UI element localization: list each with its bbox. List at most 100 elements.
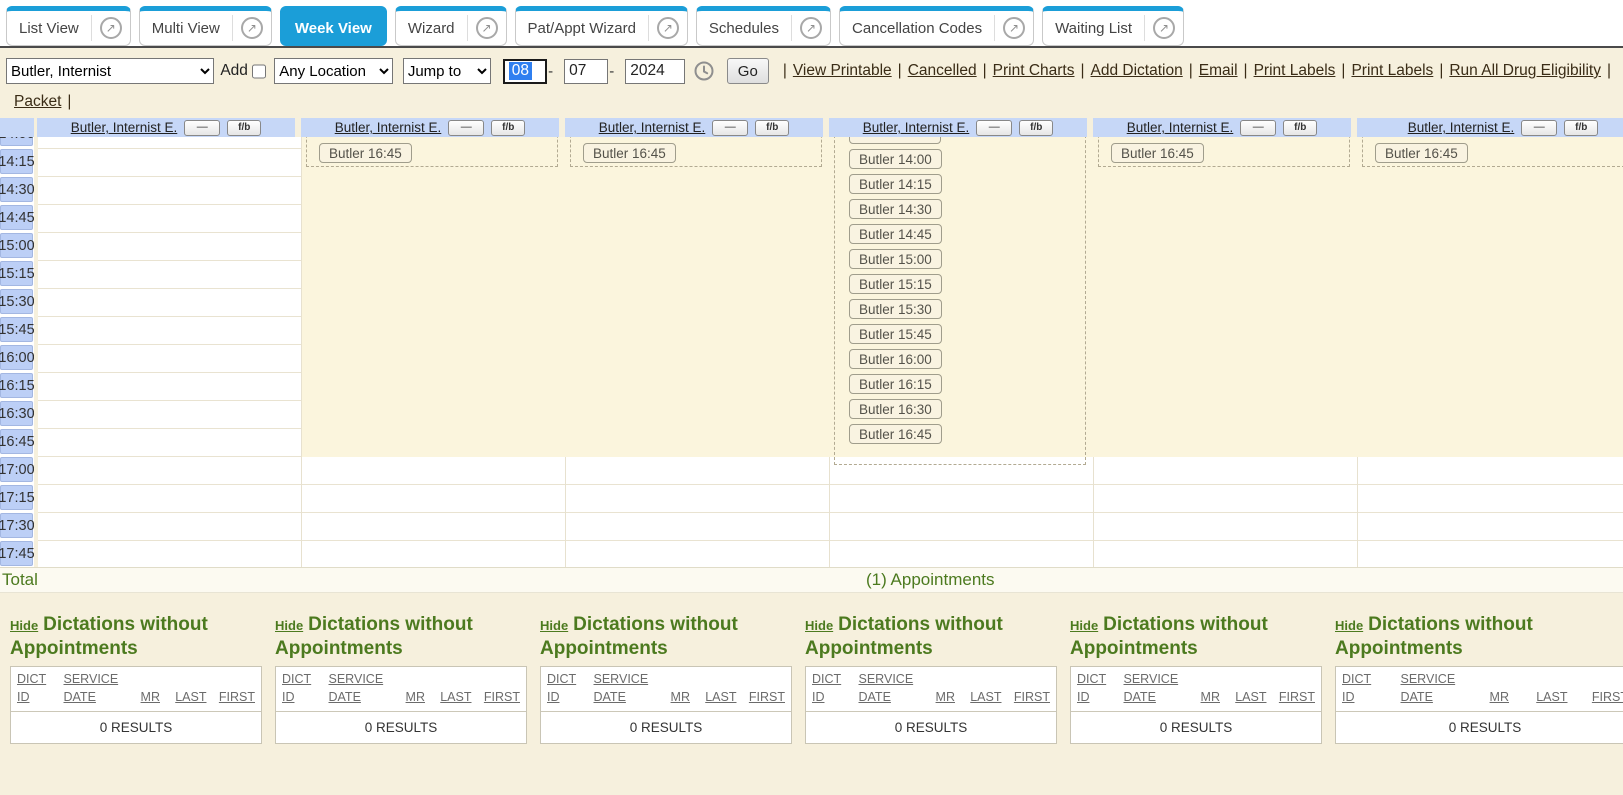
- go-button[interactable]: Go: [727, 58, 769, 84]
- date-day-input[interactable]: 07: [564, 59, 608, 84]
- tab-multi-view[interactable]: Multi View↗: [139, 6, 272, 46]
- sort-column-first[interactable]: FIRST: [1269, 688, 1315, 707]
- provider-column-link[interactable]: Butler, Internist E.: [1408, 120, 1515, 135]
- fb-button[interactable]: f/b: [1564, 120, 1598, 136]
- toolbar-link-email[interactable]: Email: [1199, 62, 1238, 79]
- toolbar-link-packet[interactable]: Packet: [14, 93, 61, 110]
- schedule-column[interactable]: Butler 16:45: [1358, 137, 1623, 567]
- add-checkbox[interactable]: [252, 64, 266, 79]
- provider-column-link[interactable]: Butler, Internist E.: [599, 120, 706, 135]
- appointment-chip[interactable]: Butler 15:15: [849, 274, 942, 294]
- sort-column-dict-id[interactable]: DICT ID: [1342, 670, 1386, 708]
- appointment-chip[interactable]: Butler 16:45: [849, 424, 942, 444]
- date-month-input[interactable]: 08: [503, 59, 547, 84]
- sort-column-last[interactable]: LAST: [1524, 688, 1568, 707]
- open-new-window-icon[interactable]: ↗: [657, 17, 679, 39]
- sort-column-mr[interactable]: MR: [662, 688, 690, 707]
- fb-button[interactable]: f/b: [1283, 120, 1317, 136]
- collapse-column-button[interactable]: —: [448, 120, 484, 136]
- appointment-chip[interactable]: Butler 15:00: [849, 249, 942, 269]
- fb-button[interactable]: f/b: [227, 120, 261, 136]
- schedule-column[interactable]: Butler 14:00 Butler 14:15 Butler 14:30 Butl…: [830, 137, 1094, 567]
- schedule-column[interactable]: Butler 16:45: [302, 137, 566, 567]
- toolbar-link-print-charts[interactable]: Print Charts: [993, 62, 1075, 79]
- appointment-chip[interactable]: Butler 14:45: [849, 224, 942, 244]
- sort-column-service-date[interactable]: SERVICE DATE: [1124, 670, 1190, 708]
- jump-to-select[interactable]: Jump to: [403, 58, 491, 84]
- sort-column-last[interactable]: LAST: [428, 688, 472, 707]
- tab-wizard[interactable]: Wizard↗: [395, 6, 507, 46]
- date-year-input[interactable]: 2024: [625, 59, 685, 84]
- fb-button[interactable]: f/b: [1019, 120, 1053, 136]
- tab-week-view[interactable]: Week View: [280, 6, 387, 46]
- appointment-chip[interactable]: Butler 15:30: [849, 299, 942, 319]
- tab-list-view[interactable]: List View↗: [6, 6, 131, 46]
- appointment-chip[interactable]: Butler 16:00: [849, 349, 942, 369]
- appointment-chip[interactable]: Butler 16:45: [1111, 143, 1204, 163]
- sort-column-last[interactable]: LAST: [1223, 688, 1267, 707]
- sort-column-dict-id[interactable]: DICT ID: [1077, 670, 1121, 708]
- sort-column-mr[interactable]: MR: [397, 688, 425, 707]
- provider-column-link[interactable]: Butler, Internist E.: [71, 120, 178, 135]
- collapse-column-button[interactable]: —: [712, 120, 748, 136]
- collapse-column-button[interactable]: —: [1240, 120, 1276, 136]
- toolbar-link-add-dictation[interactable]: Add Dictation: [1091, 62, 1183, 79]
- fb-button[interactable]: f/b: [755, 120, 789, 136]
- toolbar-link-cancelled[interactable]: Cancelled: [908, 62, 977, 79]
- appointment-chip[interactable]: Butler 16:30: [849, 399, 942, 419]
- schedule-column[interactable]: [38, 137, 302, 567]
- appointment-chip[interactable]: Butler 15:45: [849, 324, 942, 344]
- sort-column-last[interactable]: LAST: [958, 688, 1002, 707]
- provider-column-link[interactable]: Butler, Internist E.: [335, 120, 442, 135]
- hide-link[interactable]: Hide: [1335, 618, 1363, 633]
- tab-schedules[interactable]: Schedules↗: [696, 6, 831, 46]
- open-new-window-icon[interactable]: ↗: [800, 17, 822, 39]
- sort-column-service-date[interactable]: SERVICE DATE: [329, 670, 395, 708]
- provider-column-link[interactable]: Butler, Internist E.: [863, 120, 970, 135]
- toolbar-link-print-labels[interactable]: Print Labels: [1254, 62, 1336, 79]
- sort-column-first[interactable]: FIRST: [474, 688, 520, 707]
- sort-column-last[interactable]: LAST: [693, 688, 737, 707]
- sort-column-dict-id[interactable]: DICT ID: [282, 670, 326, 708]
- tab-cancellation-codes[interactable]: Cancellation Codes↗: [839, 6, 1034, 46]
- sort-column-mr[interactable]: MR: [132, 688, 160, 707]
- sort-column-first[interactable]: FIRST: [209, 688, 255, 707]
- appointment-chip[interactable]: Butler 16:45: [319, 143, 412, 163]
- hide-link[interactable]: Hide: [275, 618, 303, 633]
- appointment-chip[interactable]: Butler 14:00: [849, 149, 942, 169]
- hide-link[interactable]: Hide: [1070, 618, 1098, 633]
- collapse-column-button[interactable]: —: [184, 120, 220, 136]
- appointment-chip-partial[interactable]: [849, 137, 941, 144]
- toolbar-link-print-labels[interactable]: Print Labels: [1351, 62, 1433, 79]
- sort-column-last[interactable]: LAST: [163, 688, 207, 707]
- provider-column-link[interactable]: Butler, Internist E.: [1127, 120, 1234, 135]
- appointment-chip[interactable]: Butler 14:15: [849, 174, 942, 194]
- collapse-column-button[interactable]: —: [976, 120, 1012, 136]
- fb-button[interactable]: f/b: [491, 120, 525, 136]
- tab-waiting-list[interactable]: Waiting List↗: [1042, 6, 1184, 46]
- appointment-chip[interactable]: Butler 16:45: [1375, 143, 1468, 163]
- sort-column-service-date[interactable]: SERVICE DATE: [859, 670, 925, 708]
- sort-column-first[interactable]: FIRST: [1004, 688, 1050, 707]
- sort-column-mr[interactable]: MR: [1192, 688, 1220, 707]
- tab-pat-appt-wizard[interactable]: Pat/Appt Wizard↗: [515, 6, 688, 46]
- location-select[interactable]: Any Location: [274, 58, 393, 84]
- open-new-window-icon[interactable]: ↗: [1003, 17, 1025, 39]
- sort-column-service-date[interactable]: SERVICE DATE: [594, 670, 660, 708]
- appointment-chip[interactable]: Butler 14:30: [849, 199, 942, 219]
- hide-link[interactable]: Hide: [805, 618, 833, 633]
- schedule-column[interactable]: Butler 16:45: [1094, 137, 1358, 567]
- open-new-window-icon[interactable]: ↗: [100, 17, 122, 39]
- open-new-window-icon[interactable]: ↗: [476, 17, 498, 39]
- open-new-window-icon[interactable]: ↗: [1153, 17, 1175, 39]
- sort-column-first[interactable]: FIRST: [1582, 688, 1623, 707]
- hide-link[interactable]: Hide: [540, 618, 568, 633]
- open-new-window-icon[interactable]: ↗: [241, 17, 263, 39]
- sort-column-dict-id[interactable]: DICT ID: [812, 670, 856, 708]
- sort-column-dict-id[interactable]: DICT ID: [547, 670, 591, 708]
- sort-column-first[interactable]: FIRST: [739, 688, 785, 707]
- toolbar-link-run-all-drug-eligibility[interactable]: Run All Drug Eligibility: [1449, 62, 1601, 79]
- schedule-column[interactable]: Butler 16:45: [566, 137, 830, 567]
- appointment-chip[interactable]: Butler 16:15: [849, 374, 942, 394]
- sort-column-service-date[interactable]: SERVICE DATE: [1401, 670, 1467, 708]
